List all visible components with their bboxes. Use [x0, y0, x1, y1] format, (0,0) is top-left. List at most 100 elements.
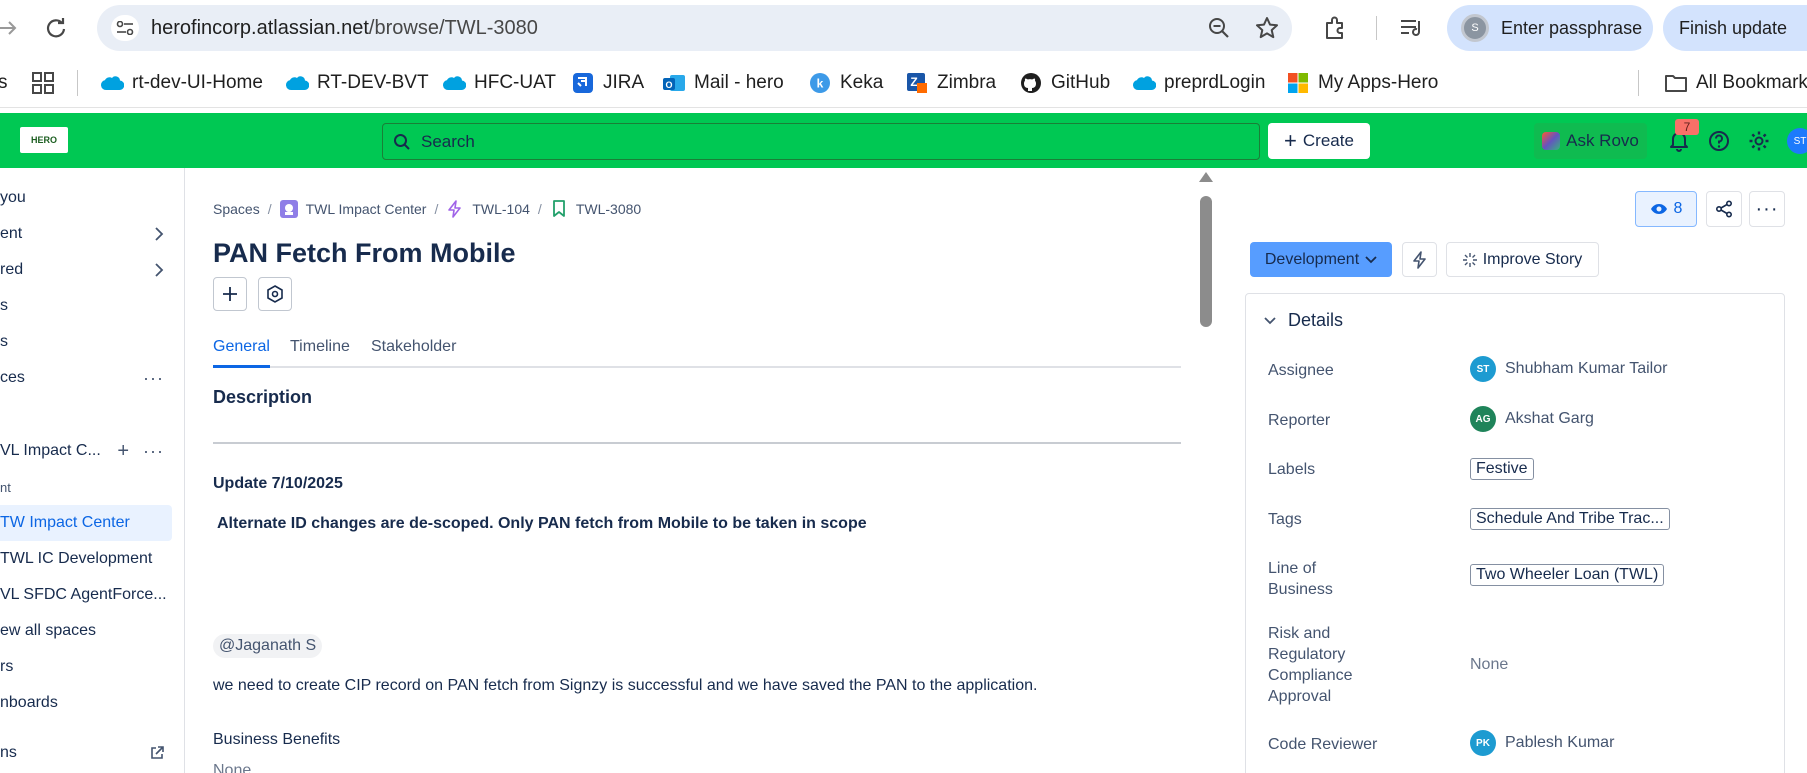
bookmark-item[interactable]: O Mail - hero — [662, 70, 784, 96]
sidebar-item-twl-ic-development[interactable]: TWL IC Development — [0, 541, 172, 577]
description-update-line: Update 7/10/2025 — [213, 475, 343, 492]
more-icon[interactable]: ··· — [143, 368, 164, 389]
sidebar-item-view-all-spaces[interactable]: ew all spaces — [0, 613, 172, 649]
tags-value[interactable]: Schedule And Tribe Trac... — [1470, 508, 1670, 530]
passphrase-chip[interactable]: S Enter passphrase — [1447, 5, 1653, 51]
sidebar-item-for-you[interactable]: you — [0, 180, 172, 216]
business-benefits-value[interactable]: None — [213, 762, 251, 773]
bookmark-item[interactable]: RT-DEV-BVT — [285, 70, 429, 96]
apps-button[interactable] — [258, 277, 292, 311]
url-text[interactable]: herofincorp.atlassian.net/browse/TWL-308… — [151, 17, 538, 40]
automation-button[interactable] — [1402, 242, 1437, 277]
issue-title[interactable]: PAN Fetch From Mobile — [213, 238, 516, 269]
bookmark-item[interactable]: Z Zimbra — [905, 70, 996, 96]
labels-value[interactable]: Festive — [1470, 458, 1534, 480]
details-toggle[interactable]: Details — [1264, 310, 1343, 331]
sidebar-item-apps[interactable]: s — [0, 288, 172, 324]
sidebar-item-project[interactable]: VL Impact C... + ··· — [0, 433, 172, 469]
watchers-button[interactable]: 8 — [1635, 191, 1697, 227]
more-icon[interactable]: ··· — [143, 441, 164, 462]
code-reviewer-value[interactable]: PK Pablesh Kumar — [1470, 730, 1614, 756]
bookmark-item[interactable]: JIRA — [571, 70, 644, 96]
sidebar-item-spaces[interactable]: ces ··· — [0, 360, 172, 396]
bookmark-item[interactable]: My Apps-Hero — [1286, 70, 1438, 96]
breadcrumb-project[interactable]: TWL Impact Center — [306, 201, 427, 217]
settings-button[interactable] — [1744, 126, 1774, 156]
bookmark-item[interactable]: k Keka — [808, 70, 883, 96]
zimbra-icon: Z — [905, 71, 929, 95]
toolbar-divider — [1376, 16, 1377, 40]
sidebar-item-tw-impact-center[interactable]: TW Impact Center — [0, 505, 172, 541]
microsoft-icon — [1286, 71, 1310, 95]
breadcrumb-spaces[interactable]: Spaces — [213, 201, 260, 217]
help-button[interactable] — [1704, 126, 1734, 156]
bookmark-item[interactable]: preprdLogin — [1132, 70, 1265, 96]
tab-timeline[interactable]: Timeline — [290, 338, 350, 368]
company-logo[interactable]: HERO — [20, 127, 68, 153]
all-bookmarks-button[interactable]: All Bookmarks — [1664, 70, 1807, 96]
url-host: herofincorp.atlassian.net — [151, 17, 369, 39]
salesforce-cloud-icon — [442, 71, 466, 95]
lightning-bolt-icon — [1412, 250, 1426, 269]
tab-general[interactable]: General — [213, 338, 270, 368]
sidebar-item-recent[interactable]: ent — [0, 216, 172, 252]
more-icon: ··· — [1755, 198, 1779, 220]
breadcrumb-epic[interactable]: TWL-104 — [472, 201, 530, 217]
bookmark-fragment[interactable]: s — [0, 70, 8, 96]
forward-button[interactable] — [0, 14, 22, 42]
main-scrollbar[interactable] — [1199, 172, 1213, 773]
finish-update-button[interactable]: Finish update — [1663, 5, 1807, 51]
chevron-right-icon — [154, 227, 164, 241]
user-mention[interactable]: @Jaganath S — [213, 634, 323, 658]
share-button[interactable] — [1706, 191, 1742, 227]
status-dropdown[interactable]: Development — [1250, 242, 1392, 277]
bookmark-item[interactable]: HFC-UAT — [442, 70, 556, 96]
sidebar-item-filters[interactable]: rs — [0, 649, 172, 685]
address-bar[interactable]: herofincorp.atlassian.net/browse/TWL-308… — [97, 5, 1292, 51]
breadcrumb-issue[interactable]: TWL-3080 — [576, 201, 641, 217]
bookmark-item[interactable]: rt-dev-UI-Home — [100, 70, 263, 96]
external-link-icon — [150, 746, 164, 760]
issue-tabs: General Timeline Stakeholder — [213, 338, 1181, 368]
rovo-icon — [1542, 132, 1561, 150]
browser-toolbar: herofincorp.atlassian.net/browse/TWL-308… — [0, 0, 1807, 56]
add-button[interactable] — [213, 277, 247, 311]
extensions-icon[interactable] — [1321, 14, 1349, 42]
tab-stakeholder[interactable]: Stakeholder — [371, 338, 456, 368]
svg-text:Z: Z — [910, 75, 917, 89]
site-info-icon[interactable] — [111, 15, 139, 41]
reporter-value[interactable]: AG Akshat Garg — [1470, 406, 1594, 432]
zoom-icon[interactable] — [1207, 16, 1231, 40]
reload-button[interactable] — [42, 14, 70, 42]
risk-value[interactable]: None — [1470, 656, 1508, 674]
passphrase-label: Enter passphrase — [1501, 17, 1643, 38]
sidebar-item-teams[interactable]: ns — [0, 735, 172, 771]
url-path: /browse/TWL-3080 — [368, 17, 538, 39]
field-label: Reporter — [1268, 412, 1331, 429]
bookmark-star-icon[interactable] — [1255, 16, 1279, 40]
sidebar-item-plans[interactable]: s — [0, 324, 172, 360]
sidebar-item-dashboards[interactable]: nboards — [0, 685, 172, 721]
sidebar-item-section-label: nt — [0, 479, 11, 495]
search-input[interactable]: Search — [382, 123, 1260, 160]
reading-list-icon[interactable] — [1398, 14, 1426, 42]
bookmark-item[interactable]: GitHub — [1019, 70, 1110, 96]
bookmarks-divider — [1638, 70, 1639, 96]
svg-text:O: O — [665, 80, 672, 90]
add-icon[interactable]: + — [117, 440, 129, 463]
ask-rovo-button[interactable]: Ask Rovo — [1534, 123, 1647, 159]
tag-chip: Two Wheeler Loan (TWL) — [1470, 564, 1665, 586]
sidebar-item-sfdc-agentforce[interactable]: VL SFDC AgentForce... — [0, 577, 172, 613]
sidebar-item-starred[interactable]: red — [0, 252, 172, 288]
scroll-thumb[interactable] — [1200, 196, 1212, 327]
breadcrumb: Spaces / TWL Impact Center / TWL-104 / T… — [213, 200, 642, 218]
improve-story-button[interactable]: Improve Story — [1446, 242, 1599, 277]
assignee-value[interactable]: ST Shubham Kumar Tailor — [1470, 356, 1667, 382]
scroll-up-arrow[interactable] — [1199, 172, 1213, 182]
line-of-business-value[interactable]: Two Wheeler Loan (TWL) — [1470, 564, 1665, 586]
more-actions-button[interactable]: ··· — [1749, 191, 1785, 227]
bookmarks-divider — [77, 70, 78, 96]
create-button[interactable]: + Create — [1268, 123, 1370, 159]
user-avatar[interactable]: ST — [1787, 128, 1807, 154]
apps-grid-button[interactable] — [31, 70, 55, 96]
